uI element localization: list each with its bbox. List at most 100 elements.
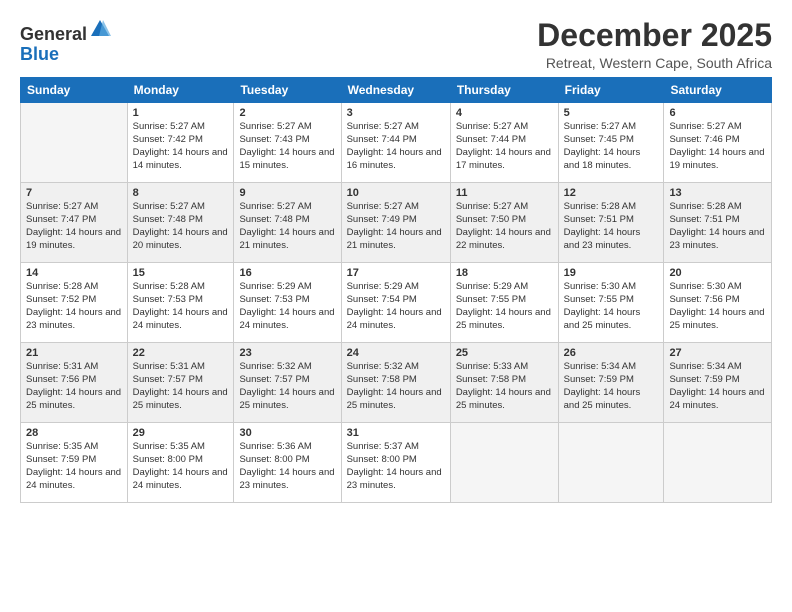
calendar-week-row: 7 Sunrise: 5:27 AMSunset: 7:47 PMDaylight… <box>21 183 772 263</box>
calendar-cell: 21Sunrise: 5:31 AMSunset: 7:56 PMDayligh… <box>21 343 128 423</box>
calendar-cell: 23Sunrise: 5:32 AMSunset: 7:57 PMDayligh… <box>234 343 341 423</box>
calendar-cell: 10 Sunrise: 5:27 AMSunset: 7:49 PMDayligh… <box>341 183 450 263</box>
day-info: Sunrise: 5:28 AMSunset: 7:52 PMDaylight:… <box>26 281 122 332</box>
day-number: 26 <box>564 347 659 359</box>
calendar-cell: 18Sunrise: 5:29 AMSunset: 7:55 PMDayligh… <box>450 263 558 343</box>
day-info: Sunrise: 5:29 AMSunset: 7:55 PMDaylight:… <box>456 281 553 332</box>
calendar-cell <box>664 423 772 503</box>
day-number: 27 <box>669 347 766 359</box>
calendar-cell: 11 Sunrise: 5:27 AMSunset: 7:50 PMDayligh… <box>450 183 558 263</box>
calendar-cell: 4 Sunrise: 5:27 AMSunset: 7:44 PMDaylight… <box>450 103 558 183</box>
calendar-cell: 30Sunrise: 5:36 AMSunset: 8:00 PMDayligh… <box>234 423 341 503</box>
day-info: Sunrise: 5:35 AMSunset: 8:00 PMDaylight:… <box>133 441 229 492</box>
calendar-cell: 12 Sunrise: 5:28 AMSunset: 7:51 PMDayligh… <box>558 183 664 263</box>
weekday-header: Saturday <box>664 78 772 103</box>
day-number: 15 <box>133 267 229 279</box>
day-info: Sunrise: 5:28 AMSunset: 7:51 PMDaylight:… <box>564 201 659 252</box>
header: General Blue December 2025 Retreat, West… <box>20 18 772 71</box>
day-number: 20 <box>669 267 766 279</box>
weekday-header: Friday <box>558 78 664 103</box>
calendar-cell: 1 Sunrise: 5:27 AMSunset: 7:42 PMDaylight… <box>127 103 234 183</box>
day-number: 22 <box>133 347 229 359</box>
day-info: Sunrise: 5:27 AMSunset: 7:48 PMDaylight:… <box>133 201 229 252</box>
day-number: 31 <box>347 427 445 439</box>
weekday-header: Thursday <box>450 78 558 103</box>
calendar-cell: 28Sunrise: 5:35 AMSunset: 7:59 PMDayligh… <box>21 423 128 503</box>
logo-text: General <box>20 18 111 45</box>
calendar-week-row: 28Sunrise: 5:35 AMSunset: 7:59 PMDayligh… <box>21 423 772 503</box>
day-number: 3 <box>347 107 445 119</box>
day-info: Sunrise: 5:34 AMSunset: 7:59 PMDaylight:… <box>669 361 766 412</box>
day-number: 14 <box>26 267 122 279</box>
day-number: 25 <box>456 347 553 359</box>
calendar-cell: 24 Sunrise: 5:32 AMSunset: 7:58 PMDayligh… <box>341 343 450 423</box>
day-number: 5 <box>564 107 659 119</box>
day-info: Sunrise: 5:29 AMSunset: 7:54 PMDaylight:… <box>347 281 445 332</box>
day-number: 1 <box>133 107 229 119</box>
calendar-cell: 26 Sunrise: 5:34 AMSunset: 7:59 PMDayligh… <box>558 343 664 423</box>
day-number: 24 <box>347 347 445 359</box>
calendar-cell: 5 Sunrise: 5:27 AMSunset: 7:45 PMDaylight… <box>558 103 664 183</box>
day-number: 8 <box>133 187 229 199</box>
calendar-cell: 31Sunrise: 5:37 AMSunset: 8:00 PMDayligh… <box>341 423 450 503</box>
calendar-week-row: 14 Sunrise: 5:28 AMSunset: 7:52 PMDayligh… <box>21 263 772 343</box>
calendar-cell: 7 Sunrise: 5:27 AMSunset: 7:47 PMDaylight… <box>21 183 128 263</box>
calendar-cell: 29Sunrise: 5:35 AMSunset: 8:00 PMDayligh… <box>127 423 234 503</box>
day-number: 30 <box>239 427 335 439</box>
day-number: 4 <box>456 107 553 119</box>
day-info: Sunrise: 5:28 AMSunset: 7:51 PMDaylight:… <box>669 201 766 252</box>
day-number: 21 <box>26 347 122 359</box>
day-info: Sunrise: 5:27 AMSunset: 7:44 PMDaylight:… <box>347 121 445 172</box>
calendar-cell: 16Sunrise: 5:29 AMSunset: 7:53 PMDayligh… <box>234 263 341 343</box>
day-number: 13 <box>669 187 766 199</box>
day-info: Sunrise: 5:27 AMSunset: 7:47 PMDaylight:… <box>26 201 122 252</box>
calendar-cell: 17Sunrise: 5:29 AMSunset: 7:54 PMDayligh… <box>341 263 450 343</box>
day-info: Sunrise: 5:34 AMSunset: 7:59 PMDaylight:… <box>564 361 659 412</box>
day-info: Sunrise: 5:32 AMSunset: 7:58 PMDaylight:… <box>347 361 445 412</box>
page: General Blue December 2025 Retreat, West… <box>0 0 792 612</box>
day-info: Sunrise: 5:27 AMSunset: 7:49 PMDaylight:… <box>347 201 445 252</box>
logo-blue: Blue <box>20 45 111 65</box>
calendar-cell: 13 Sunrise: 5:28 AMSunset: 7:51 PMDayligh… <box>664 183 772 263</box>
title-block: December 2025 Retreat, Western Cape, Sou… <box>537 18 772 71</box>
weekday-header: Sunday <box>21 78 128 103</box>
calendar-cell <box>558 423 664 503</box>
calendar: SundayMondayTuesdayWednesdayThursdayFrid… <box>20 77 772 503</box>
day-info: Sunrise: 5:27 AMSunset: 7:45 PMDaylight:… <box>564 121 659 172</box>
calendar-cell <box>21 103 128 183</box>
calendar-cell: 22 Sunrise: 5:31 AMSunset: 7:57 PMDayligh… <box>127 343 234 423</box>
calendar-week-row: 21Sunrise: 5:31 AMSunset: 7:56 PMDayligh… <box>21 343 772 423</box>
day-number: 12 <box>564 187 659 199</box>
calendar-cell: 14 Sunrise: 5:28 AMSunset: 7:52 PMDayligh… <box>21 263 128 343</box>
calendar-cell: 25Sunrise: 5:33 AMSunset: 7:58 PMDayligh… <box>450 343 558 423</box>
calendar-cell: 20 Sunrise: 5:30 AMSunset: 7:56 PMDayligh… <box>664 263 772 343</box>
day-info: Sunrise: 5:27 AMSunset: 7:50 PMDaylight:… <box>456 201 553 252</box>
weekday-header: Tuesday <box>234 78 341 103</box>
day-number: 11 <box>456 187 553 199</box>
day-info: Sunrise: 5:27 AMSunset: 7:48 PMDaylight:… <box>239 201 335 252</box>
month-title: December 2025 <box>537 18 772 53</box>
day-info: Sunrise: 5:28 AMSunset: 7:53 PMDaylight:… <box>133 281 229 332</box>
logo-general: General <box>20 24 87 44</box>
logo: General Blue <box>20 18 111 65</box>
day-info: Sunrise: 5:27 AMSunset: 7:42 PMDaylight:… <box>133 121 229 172</box>
day-info: Sunrise: 5:30 AMSunset: 7:55 PMDaylight:… <box>564 281 659 332</box>
calendar-cell: 6Sunrise: 5:27 AMSunset: 7:46 PMDaylight… <box>664 103 772 183</box>
day-number: 9 <box>239 187 335 199</box>
calendar-cell: 15 Sunrise: 5:28 AMSunset: 7:53 PMDayligh… <box>127 263 234 343</box>
day-info: Sunrise: 5:35 AMSunset: 7:59 PMDaylight:… <box>26 441 122 492</box>
weekday-header: Wednesday <box>341 78 450 103</box>
day-info: Sunrise: 5:30 AMSunset: 7:56 PMDaylight:… <box>669 281 766 332</box>
day-info: Sunrise: 5:32 AMSunset: 7:57 PMDaylight:… <box>239 361 335 412</box>
day-number: 2 <box>239 107 335 119</box>
day-info: Sunrise: 5:27 AMSunset: 7:43 PMDaylight:… <box>239 121 335 172</box>
day-number: 10 <box>347 187 445 199</box>
calendar-cell: 2 Sunrise: 5:27 AMSunset: 7:43 PMDaylight… <box>234 103 341 183</box>
calendar-cell <box>450 423 558 503</box>
day-info: Sunrise: 5:27 AMSunset: 7:44 PMDaylight:… <box>456 121 553 172</box>
calendar-cell: 19Sunrise: 5:30 AMSunset: 7:55 PMDayligh… <box>558 263 664 343</box>
day-info: Sunrise: 5:31 AMSunset: 7:57 PMDaylight:… <box>133 361 229 412</box>
calendar-cell: 3 Sunrise: 5:27 AMSunset: 7:44 PMDaylight… <box>341 103 450 183</box>
day-number: 7 <box>26 187 122 199</box>
weekday-header: Monday <box>127 78 234 103</box>
